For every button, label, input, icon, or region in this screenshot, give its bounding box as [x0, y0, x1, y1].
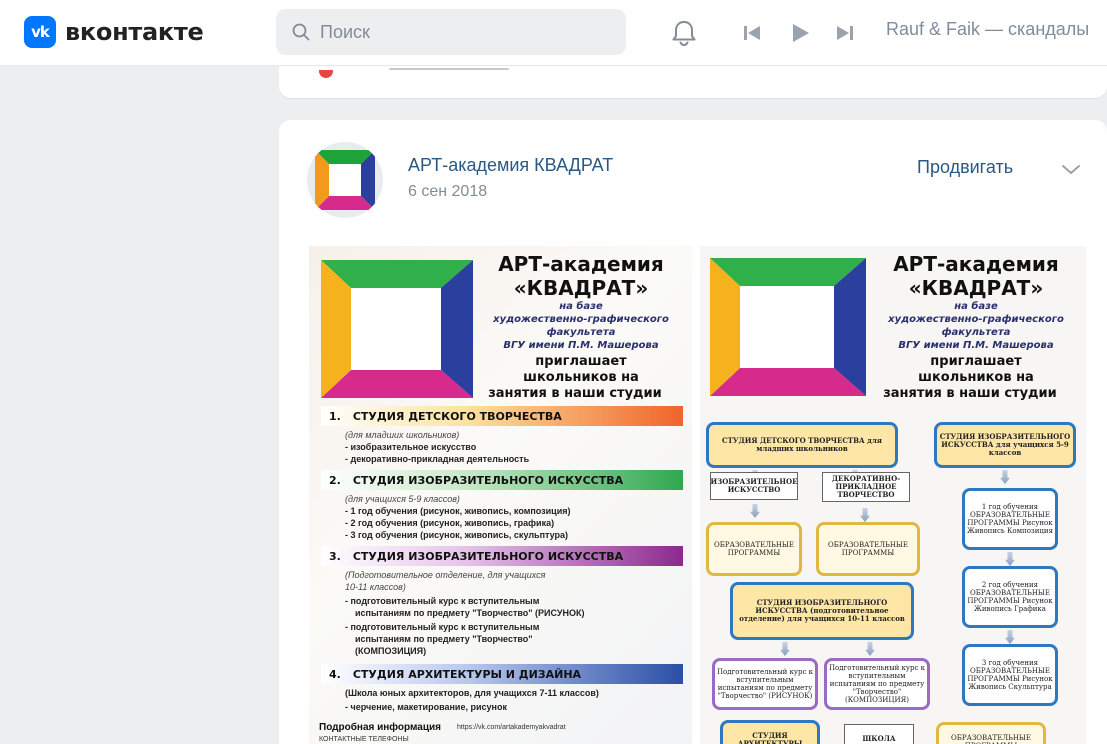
studio-line: (для младших школьников) [345, 430, 460, 440]
studio-1-bar: 1. СТУДИЯ ДЕТСКОГО ТВОРЧЕСТВА [321, 406, 683, 426]
flow-arrow [860, 508, 870, 522]
poster-footer-label: Подробная информация [319, 722, 441, 733]
like-icon[interactable] [319, 70, 333, 78]
studio-number: 1. [329, 409, 341, 423]
flow-box: ИЗОБРАЗИТЕЛЬНОЕ ИСКУССТВО [710, 472, 798, 500]
studio-line: 10-11 классов) [345, 582, 406, 592]
flow-arrow [750, 504, 760, 518]
play-icon[interactable] [789, 22, 811, 44]
search-icon [292, 23, 310, 41]
poster-title: АРТ-академия [893, 252, 1059, 276]
studio-line: (Школа юных архитекторов, для учащихся 7… [345, 688, 599, 698]
flow-arrow [1005, 552, 1015, 566]
studio-line: испытаниям по предмету "Творчество" (РИС… [355, 608, 585, 618]
studio-3-bar: 3. СТУДИЯ ИЗОБРАЗИТЕЛЬНОГО ИСКУССТВА [321, 546, 683, 566]
poster-subtitle: на базе [954, 301, 998, 312]
post-image-1[interactable]: АРТ-академия «КВАДРАТ» на базе художеств… [309, 246, 692, 744]
flow-box: Подготовительный курс к вступительным ис… [824, 658, 930, 710]
poster-footer-link: https://vk.com/artakademyakvadrat [457, 724, 566, 731]
poster-title: АРТ-академия [498, 252, 664, 276]
poster-subtitle: факультета [546, 327, 616, 338]
previous-track-icon[interactable] [741, 22, 763, 44]
now-playing-track[interactable]: Rauf & Faik — скандалы [886, 19, 1107, 40]
poster-invite: школьников на [523, 370, 639, 385]
search-input[interactable] [320, 21, 620, 43]
flow-box: СТУДИЯ ДЕТСКОГО ТВОРЧЕСТВА для младших ш… [706, 422, 898, 468]
flow-arrow [865, 642, 875, 656]
studio-name: СТУДИЯ ДЕТСКОГО ТВОРЧЕСТВА [352, 409, 562, 423]
poster-invite: занятия в наши студии [488, 386, 662, 401]
flow-box: 2 год обучения ОБРАЗОВАТЕЛЬНЫЕ ПРОГРАММЫ… [962, 566, 1058, 628]
flow-box: ШКОЛА [844, 724, 914, 744]
flow-box: СТУДИЯ ИЗОБРАЗИТЕЛЬНОГО ИСКУССТВА для уч… [934, 422, 1076, 468]
studio-line: - 2 год обучения (рисунок, живопись, гра… [345, 518, 555, 528]
poster-invite: приглашает [535, 354, 627, 369]
search-box[interactable] [276, 9, 626, 55]
poster-footer-phones: КОНТАКТНЫЕ ТЕЛЕФОНЫ [319, 736, 409, 743]
flow-box: СТУДИЯ ИЗОБРАЗИТЕЛЬНОГО ИСКУССТВА (подго… [730, 582, 914, 640]
flow-box: ДЕКОРАТИВНО-ПРИКЛАДНОЕ ТВОРЧЕСТВО [822, 472, 910, 502]
studio-number: 2. [329, 473, 341, 487]
promote-button[interactable]: Продвигать [917, 157, 1013, 178]
kvadrat-logo-icon [710, 258, 866, 396]
flow-box: ОБРАЗОВАТЕЛЬНЫЕ ПРОГРАММЫ [936, 722, 1046, 744]
flow-arrow [1005, 630, 1015, 644]
poster-invite: школьников на [918, 370, 1034, 385]
poster-title-quote: «КВАДРАТ» [908, 276, 1044, 300]
poster-subtitle: на базе [559, 301, 603, 312]
poster-subtitle: художественно-графического [888, 314, 1064, 325]
post-image-2[interactable]: АРТ-академия «КВАДРАТ» на базе художеств… [700, 246, 1086, 744]
bell-icon[interactable] [668, 17, 700, 49]
previous-post-fragment [389, 68, 509, 72]
flow-box: СТУДИЯ АРХИТЕКТУРЫ [720, 720, 820, 744]
studio-4-bar: 4. СТУДИЯ АРХИТЕКТУРЫ И ДИЗАЙНА [321, 664, 683, 684]
studio-2-bar: 2. СТУДИЯ ИЗОБРАЗИТЕЛЬНОГО ИСКУССТВА [321, 470, 683, 490]
studio-line: (Подготовительное отделение, для учащихс… [345, 570, 546, 580]
flow-box: ОБРАЗОВАТЕЛЬНЫЕ ПРОГРАММЫ [706, 522, 802, 576]
flow-arrow [780, 642, 790, 656]
vk-logo[interactable]: vk вконтакте [24, 16, 204, 48]
studio-line: - подготовительный курс к вступительным [345, 596, 540, 606]
flow-box: ОБРАЗОВАТЕЛЬНЫЕ ПРОГРАММЫ [816, 522, 920, 576]
flow-arrow [1000, 470, 1010, 484]
vk-logo-text[interactable]: вконтакте [65, 18, 204, 46]
post-author[interactable]: АРТ-академия КВАДРАТ [408, 155, 613, 176]
studio-line: (КОМПОЗИЦИЯ) [355, 646, 427, 656]
studio-line: - черчение, макетирование, рисунок [345, 702, 507, 712]
studio-line: - изобразительное искусство [345, 442, 477, 452]
studio-number: 4. [329, 667, 341, 681]
poster-title-quote: «КВАДРАТ» [513, 276, 649, 300]
poster-subtitle: ВГУ имени П.М. Машерова [503, 340, 659, 351]
poster-invite: занятия в наши студии [883, 386, 1057, 401]
poster-subtitle: художественно-графического [493, 314, 669, 325]
flow-box: 3 год обучения ОБРАЗОВАТЕЛЬНЫЕ ПРОГРАММЫ… [962, 644, 1058, 706]
studio-name: СТУДИЯ ИЗОБРАЗИТЕЛЬНОГО ИСКУССТВА [352, 549, 624, 563]
studio-line: (для учащихся 5-9 классов) [345, 494, 460, 504]
vk-logo-mark[interactable]: vk [24, 16, 56, 48]
studio-line: - декоративно-прикладная деятельность [345, 454, 530, 464]
studio-line: - подготовительный курс к вступительным [345, 622, 540, 632]
chevron-down-icon[interactable] [1059, 157, 1083, 181]
next-track-icon[interactable] [834, 22, 856, 44]
group-avatar[interactable] [307, 142, 383, 218]
kvadrat-logo-icon [315, 150, 375, 210]
studio-line: - 1 год обучения (рисунок, живопись, ком… [345, 506, 571, 516]
studio-name: СТУДИЯ АРХИТЕКТУРЫ И ДИЗАЙНА [352, 667, 582, 681]
flow-box: 1 год обучения ОБРАЗОВАТЕЛЬНЫЕ ПРОГРАММЫ… [962, 488, 1058, 550]
feed-post: АРТ-академия КВАДРАТ 6 сен 2018 Продвига… [279, 120, 1107, 744]
studio-number: 3. [329, 549, 341, 563]
poster-subtitle: ВГУ имени П.М. Машерова [898, 340, 1054, 351]
post-date[interactable]: 6 сен 2018 [408, 183, 487, 201]
studio-line: - 3 год обучения (рисунок, живопись, ску… [345, 530, 569, 540]
top-header: vk вконтакте Rauf & Faik — скандалы [0, 0, 1107, 66]
poster-subtitle: факультета [941, 327, 1011, 338]
flow-box: Подготовительный курс к вступительным ис… [712, 658, 818, 710]
poster-invite: приглашает [930, 354, 1022, 369]
studio-line: испытаниям по предмету "Творчество" [355, 634, 533, 644]
kvadrat-logo-icon [321, 260, 473, 398]
previous-post-bottom [279, 66, 1107, 98]
studio-name: СТУДИЯ ИЗОБРАЗИТЕЛЬНОГО ИСКУССТВА [352, 473, 624, 487]
